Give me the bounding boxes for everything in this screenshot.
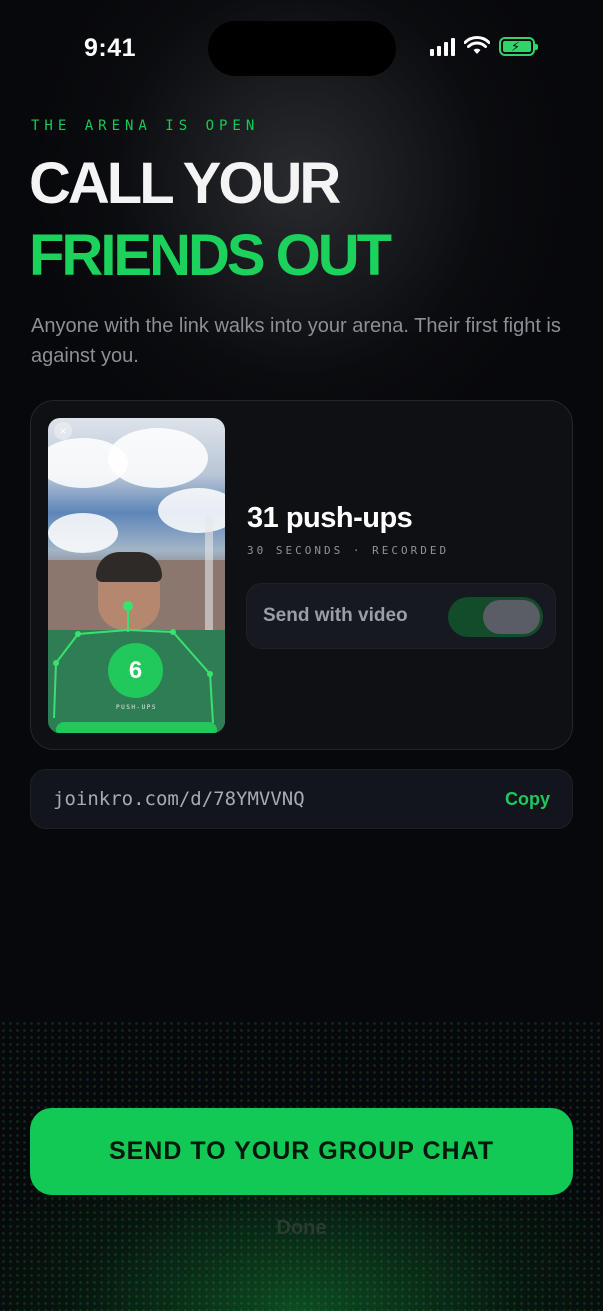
- wifi-icon: [464, 36, 490, 54]
- page-title-line2: FRIENDS OUT: [29, 223, 392, 288]
- result-title: 31 push-ups: [247, 502, 413, 534]
- result-meta: 30 SECONDS · RECORDED: [247, 544, 450, 557]
- thumbnail-action-bar: [56, 722, 217, 733]
- share-link-url: joinkro.com/d/78YMVVNQ: [53, 788, 305, 810]
- rep-counter-label: PUSH-UPS: [116, 704, 157, 711]
- status-icons: ⚡: [430, 36, 538, 56]
- rep-counter: 6: [108, 643, 163, 698]
- page-subtitle: Anyone with the link walks into your are…: [31, 315, 561, 367]
- battery-charging-icon: ⚡: [499, 36, 538, 56]
- close-icon[interactable]: ×: [54, 422, 72, 440]
- recording-card: 6 PUSH-UPS × 31 push-ups 30 SECONDS · RE…: [30, 400, 573, 750]
- dynamic-island: [208, 21, 396, 76]
- toggle-knob: [483, 600, 540, 634]
- send-with-video-label: Send with video: [263, 605, 408, 626]
- share-link-field[interactable]: joinkro.com/d/78YMVVNQ Copy: [30, 769, 573, 829]
- done-button[interactable]: Done: [0, 1216, 603, 1241]
- copy-button[interactable]: Copy: [505, 789, 550, 810]
- eyebrow-label: THE ARENA IS OPEN: [31, 118, 260, 134]
- send-with-video-toggle[interactable]: [448, 597, 543, 637]
- status-time: 9:41: [84, 34, 137, 62]
- send-to-group-chat-button[interactable]: SEND TO YOUR GROUP CHAT: [30, 1108, 573, 1195]
- page-title-line1: CALL YOUR: [29, 151, 341, 216]
- cellular-signal-icon: [430, 36, 455, 56]
- video-thumbnail[interactable]: 6 PUSH-UPS ×: [48, 418, 225, 733]
- send-with-video-row[interactable]: Send with video: [246, 583, 556, 649]
